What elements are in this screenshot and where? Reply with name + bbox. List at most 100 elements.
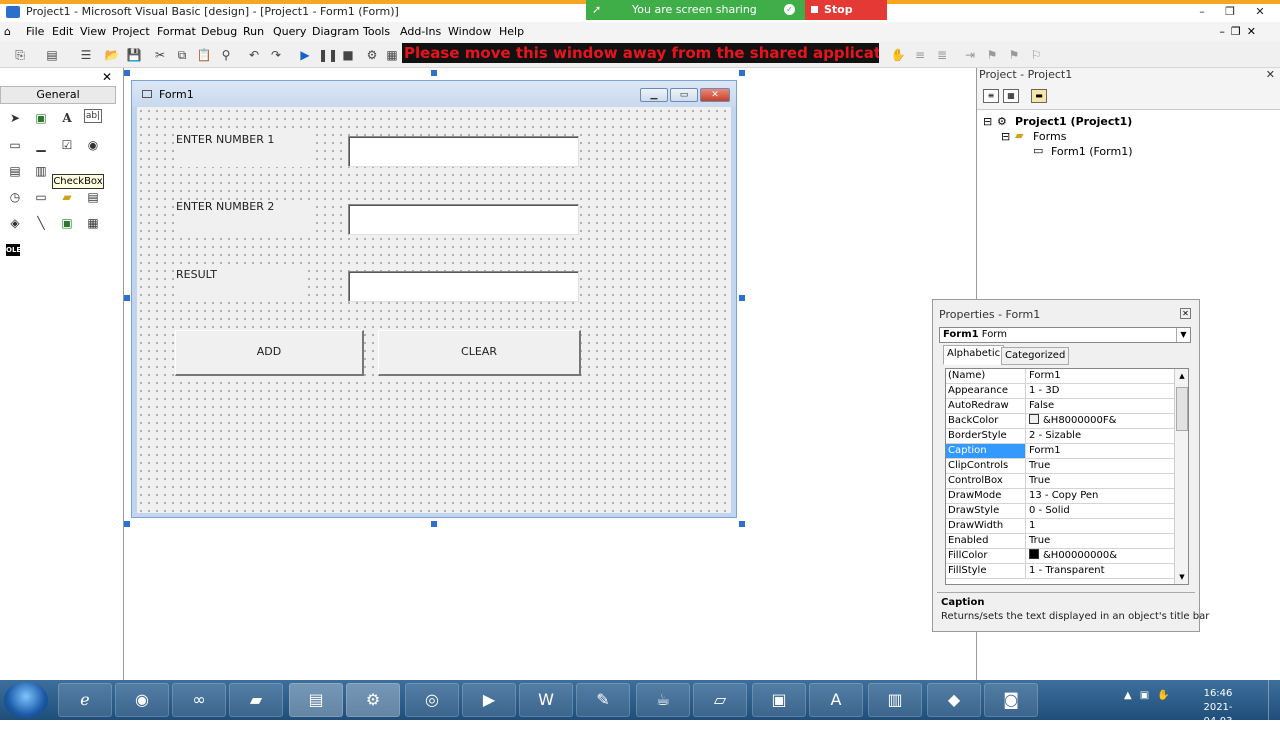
line-tool-icon[interactable]: ╲	[32, 214, 50, 232]
minimize-button[interactable]: –	[1192, 6, 1212, 20]
commandbutton-tool-icon[interactable]: ▁	[32, 136, 50, 154]
tree-form1-item[interactable]: Form1 (Form1)	[1051, 145, 1133, 158]
menu-tools[interactable]: Tools	[363, 25, 390, 38]
menu-help[interactable]: Help	[499, 25, 524, 38]
property-row[interactable]: BackColor &H8000000F&	[946, 414, 1174, 429]
property-grid-scrollbar[interactable]: ▲ ▼	[1174, 369, 1188, 584]
clear-bookmarks-icon[interactable]: ⚐	[1028, 47, 1044, 63]
resize-handle[interactable]	[739, 295, 745, 301]
resize-handle[interactable]	[124, 295, 130, 301]
app-icon[interactable]: ∞	[172, 683, 226, 717]
java-icon[interactable]: ☕	[636, 683, 690, 717]
property-value[interactable]: Form1	[1028, 444, 1174, 458]
menu-editor-icon[interactable]: ☰	[78, 47, 94, 63]
hand-icon[interactable]: ✋	[890, 47, 906, 63]
optionbutton-tool-icon[interactable]: ◉	[84, 136, 102, 154]
property-value[interactable]: 1 - 3D	[1028, 384, 1174, 398]
textbox-result[interactable]	[348, 271, 579, 302]
file-explorer-icon[interactable]: ▤	[289, 683, 343, 717]
view-object-icon[interactable]: ▦	[1003, 89, 1019, 103]
combobox-tool-icon[interactable]: ▤	[6, 162, 24, 180]
property-row[interactable]: DrawMode 13 - Copy Pen	[946, 489, 1174, 504]
scroll-up-icon[interactable]: ▲	[1175, 369, 1188, 383]
resize-handle[interactable]	[124, 521, 130, 527]
stop-share-button[interactable]: Stop Share	[805, 0, 887, 36]
show-desktop-button[interactable]	[1268, 680, 1280, 720]
menu-system-icon[interactable]: ⌂	[4, 25, 11, 38]
property-value[interactable]: True	[1028, 459, 1174, 473]
timer-tool-icon[interactable]: ◷	[6, 188, 24, 206]
next-bookmark-icon[interactable]: ⚑	[1006, 47, 1022, 63]
menu-run[interactable]: Run	[243, 25, 264, 38]
mdi-window-controls[interactable]: –❐✕	[1219, 25, 1262, 38]
open-project-icon[interactable]: 📂	[104, 47, 120, 63]
property-row[interactable]: DrawWidth 1	[946, 519, 1174, 534]
form-title-bar[interactable]: Form1 ▁ ▭ ✕	[132, 81, 736, 107]
cut-icon[interactable]: ✂	[152, 47, 168, 63]
resize-handle[interactable]	[739, 521, 745, 527]
pointer-tool-icon[interactable]: ➤	[6, 109, 24, 127]
tab-alphabetic[interactable]: Alphabetic	[943, 345, 1005, 365]
menu-add-ins[interactable]: Add-Ins	[400, 25, 441, 38]
align-right-icon[interactable]: ≣	[934, 47, 950, 63]
property-value[interactable]: Form1	[1028, 369, 1174, 383]
anydesk-icon[interactable]: ◆	[927, 683, 981, 717]
menu-debug[interactable]: Debug	[201, 25, 237, 38]
notepad-icon[interactable]: ▱	[693, 683, 747, 717]
charts-icon[interactable]: ▥	[868, 683, 922, 717]
object-selector[interactable]: Form1 Form ▼	[939, 327, 1191, 343]
frame-tool-icon[interactable]: ▭	[6, 136, 24, 154]
resize-handle[interactable]	[739, 70, 745, 76]
scroll-down-icon[interactable]: ▼	[1175, 570, 1188, 584]
menu-edit[interactable]: Edit	[52, 25, 73, 38]
paint-icon[interactable]: ✎	[576, 683, 630, 717]
tab-categorized[interactable]: Categorized	[1001, 347, 1070, 365]
toggle-folders-icon[interactable]: ▬	[1031, 89, 1047, 103]
break-icon[interactable]: ❚❚	[318, 47, 338, 63]
image-viewer-icon[interactable]: ▣	[752, 683, 806, 717]
end-icon[interactable]: ■	[340, 47, 356, 63]
resize-handle[interactable]	[124, 70, 130, 76]
internet-explorer-icon[interactable]: ℯ	[58, 683, 112, 717]
tree-collapse-icon[interactable]: ⊟	[983, 115, 992, 128]
menu-project[interactable]: Project	[112, 25, 150, 38]
picturebox-tool-icon[interactable]: ▣	[32, 109, 50, 127]
project-explorer-icon[interactable]: ⚙	[364, 47, 380, 63]
add-form-icon[interactable]: ▤	[44, 47, 60, 63]
listbox-tool-icon[interactable]: ▥	[32, 162, 50, 180]
form-maximize-button[interactable]: ▭	[670, 88, 698, 102]
add-button[interactable]: ADD	[175, 330, 364, 376]
dirlistbox-tool-icon[interactable]: ▰	[58, 188, 76, 206]
redo-icon[interactable]: ↷	[268, 47, 284, 63]
tree-collapse-icon[interactable]: ⊟	[1001, 130, 1010, 143]
property-value[interactable]: True	[1028, 474, 1174, 488]
word-icon[interactable]: W	[519, 683, 573, 717]
property-row[interactable]: BorderStyle 2 - Sizable	[946, 429, 1174, 444]
property-row[interactable]: AutoRedraw False	[946, 399, 1174, 414]
property-value[interactable]: False	[1028, 399, 1174, 413]
data-tool-icon[interactable]: ▦	[84, 214, 102, 232]
label-result[interactable]: RESULT	[174, 268, 302, 302]
tree-forms-folder[interactable]: Forms	[1033, 130, 1066, 143]
drivelistbox-tool-icon[interactable]: ▭	[32, 188, 50, 206]
filelistbox-tool-icon[interactable]: ▤	[84, 188, 102, 206]
checkbox-tool-icon[interactable]: ☑	[58, 136, 76, 154]
property-value[interactable]: &H00000000&	[1028, 549, 1174, 563]
properties-close-icon[interactable]: ✕	[1180, 308, 1191, 319]
form-minimize-button[interactable]: ▁	[640, 88, 668, 102]
acrobat-icon[interactable]: A	[809, 683, 863, 717]
property-row[interactable]: DrawStyle 0 - Solid	[946, 504, 1174, 519]
chrome-icon[interactable]: ◎	[405, 683, 459, 717]
textbox-number-1[interactable]	[348, 136, 579, 167]
properties-icon[interactable]: ▦	[384, 47, 400, 63]
property-row[interactable]: ControlBox True	[946, 474, 1174, 489]
bookmark-icon[interactable]: ⚑	[984, 47, 1000, 63]
undo-icon[interactable]: ↶	[246, 47, 262, 63]
project-explorer-close-icon[interactable]: ✕	[1266, 68, 1275, 81]
textbox-number-2[interactable]	[348, 204, 579, 235]
resize-handle[interactable]	[431, 521, 437, 527]
system-tray[interactable]: ▲▣✋	[1124, 690, 1178, 701]
property-value[interactable]: 0 - Solid	[1028, 504, 1174, 518]
property-row[interactable]: ClipControls True	[946, 459, 1174, 474]
visual-basic-icon[interactable]: ⚙	[346, 683, 400, 717]
